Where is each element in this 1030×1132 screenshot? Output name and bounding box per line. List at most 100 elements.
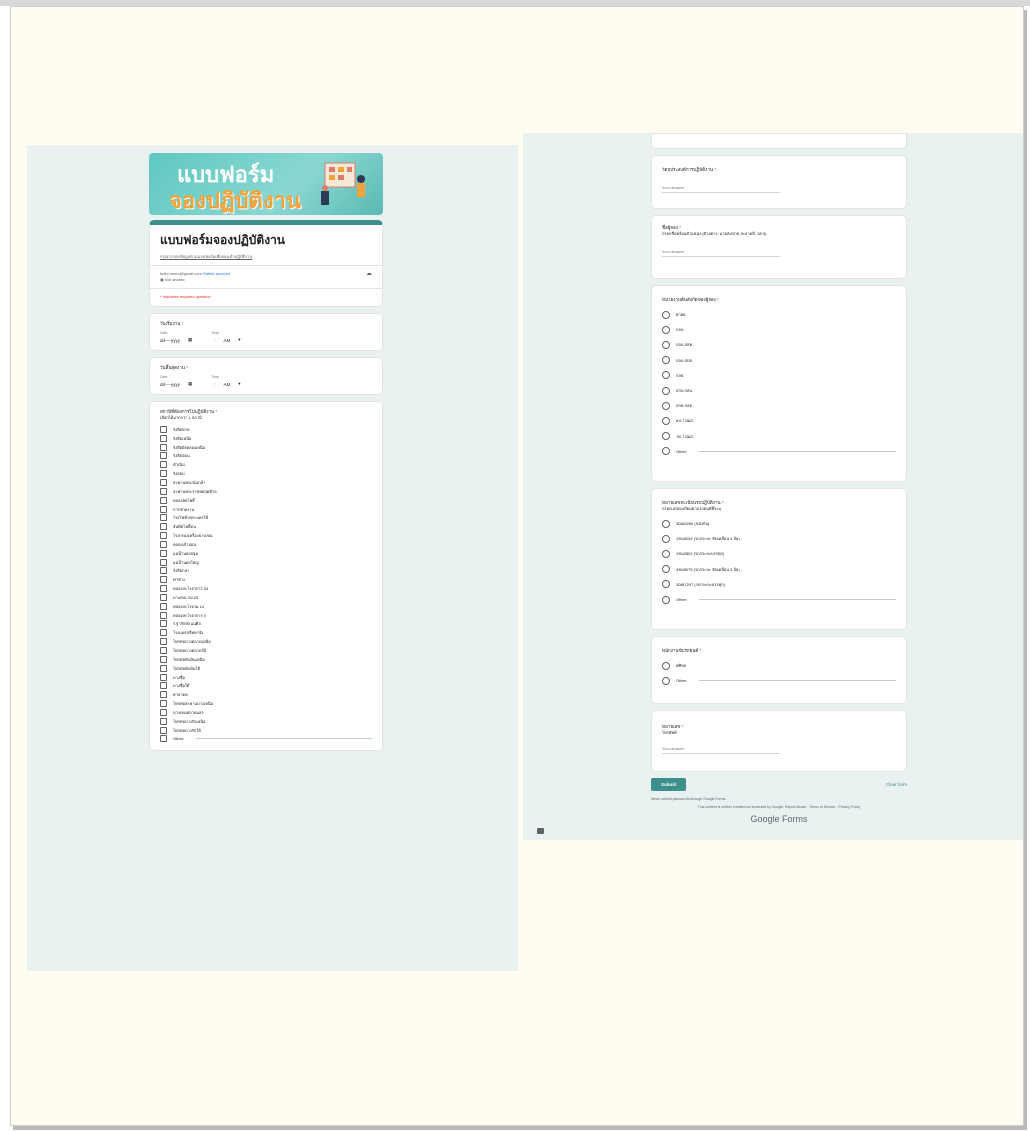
- station-option[interactable]: บางเขนตลาดแสง: [160, 708, 372, 717]
- vehicle-option[interactable]: Other:: [662, 592, 896, 607]
- checkbox[interactable]: [160, 593, 167, 601]
- checkbox[interactable]: [160, 682, 167, 690]
- station-option[interactable]: รังสิตกล่า: [160, 567, 372, 576]
- radio-button[interactable]: [662, 565, 670, 574]
- station-option[interactable]: รังสิตอ่อน: [160, 452, 372, 461]
- checkbox[interactable]: [160, 505, 167, 513]
- station-option[interactable]: โทรท่อสะพานบางเหนือ: [160, 699, 372, 708]
- clear-form-button[interactable]: Clear form: [886, 782, 907, 787]
- unit-option[interactable]: สกพ.กสธ.: [662, 398, 896, 413]
- station-option[interactable]: โทรท่อบางรักเหนือ: [160, 717, 372, 726]
- radio-button[interactable]: [662, 447, 670, 456]
- checkbox[interactable]: [160, 629, 167, 637]
- driver-option[interactable]: ศศิพล: [662, 658, 896, 673]
- checkbox[interactable]: [160, 434, 167, 442]
- station-option[interactable]: รังสอบ: [160, 469, 372, 478]
- calendar-icon[interactable]: ▦: [188, 337, 192, 343]
- station-option[interactable]: จันทิตโพธิ์ดน: [160, 522, 372, 531]
- unit-option[interactable]: กอบ.สปธ.: [662, 353, 896, 368]
- calendar-icon[interactable]: ▦: [188, 381, 192, 387]
- station-option[interactable]: โรงไฟฟ้าพระนครใต้: [160, 513, 372, 522]
- start-time-sep[interactable]: :: [214, 338, 215, 343]
- end-time-sep[interactable]: :: [214, 382, 215, 387]
- checkbox[interactable]: [160, 452, 167, 460]
- station-option[interactable]: โรงแพรกลีทคาจัง: [160, 628, 372, 637]
- checkbox[interactable]: [160, 558, 167, 566]
- station-option[interactable]: บางเขน กม.25: [160, 593, 372, 602]
- checkbox[interactable]: [160, 673, 167, 681]
- unit-option[interactable]: สกบ.กสม.: [662, 383, 896, 398]
- station-option[interactable]: โรงกรองเครื่องบางเขน: [160, 531, 372, 540]
- radio-button[interactable]: [662, 519, 670, 528]
- checkbox[interactable]: [160, 708, 167, 716]
- vehicle-option[interactable]: 1ขน2801 (รถกระบะบรรทุก): [662, 546, 896, 561]
- vehicle-option[interactable]: 3ฌน5260 (ของกัน): [662, 516, 896, 531]
- other-text-input[interactable]: [699, 450, 896, 452]
- checkbox[interactable]: [160, 655, 167, 663]
- checkbox[interactable]: [160, 620, 167, 628]
- checkbox[interactable]: [160, 691, 167, 699]
- checkbox[interactable]: [160, 487, 167, 495]
- station-option[interactable]: ดำเนิน: [160, 460, 372, 469]
- station-option[interactable]: บางซื่อใต้: [160, 681, 372, 690]
- unit-option[interactable]: กสธ.: [662, 368, 896, 383]
- station-option[interactable]: โทรท่อบางรักใต้: [160, 726, 372, 735]
- checkbox[interactable]: [160, 496, 167, 504]
- vehicle-option[interactable]: 1ขน5254 (รถกระบะ ขับเคลื่อน 4 ล้อ): [662, 531, 896, 546]
- driver-option[interactable]: Other:: [662, 673, 896, 688]
- radio-button[interactable]: [662, 580, 670, 589]
- checkbox[interactable]: [160, 549, 167, 557]
- station-option[interactable]: แม่น้ำนครใหญ่: [160, 558, 372, 567]
- checkbox[interactable]: [160, 602, 167, 610]
- checkbox[interactable]: [160, 726, 167, 734]
- station-option[interactable]: ศาลาดด: [160, 690, 372, 699]
- radio-button[interactable]: [662, 676, 670, 685]
- radio-button[interactable]: [662, 356, 670, 365]
- radio-button[interactable]: [662, 416, 670, 425]
- switch-account-link[interactable]: Switch account: [203, 271, 230, 276]
- station-option[interactable]: รังสิตฝั่งคลองเหนือ: [160, 443, 372, 452]
- checkbox[interactable]: [160, 647, 167, 655]
- checkbox[interactable]: [160, 585, 167, 593]
- station-option[interactable]: คลองสะโรงกม.14: [160, 602, 372, 611]
- chevron-down-icon[interactable]: ▾: [238, 337, 240, 343]
- checkbox[interactable]: [160, 461, 167, 469]
- radio-button[interactable]: [662, 661, 670, 670]
- vehicle-option[interactable]: 3ฌข7207 (รถกระบะบรรทุก): [662, 577, 896, 592]
- station-option[interactable]: Other:: [160, 735, 372, 744]
- checkbox[interactable]: [160, 540, 167, 548]
- checkbox[interactable]: [160, 664, 167, 672]
- radio-button[interactable]: [662, 432, 670, 441]
- unit-option[interactable]: วด.7 ฝมส.: [662, 429, 896, 444]
- checkbox[interactable]: [160, 425, 167, 433]
- station-option[interactable]: คลองจัดโพธิ์: [160, 496, 372, 505]
- radio-button[interactable]: [662, 371, 670, 380]
- station-option[interactable]: คลองสะโรงกการ 34: [160, 584, 372, 593]
- checkbox[interactable]: [160, 611, 167, 619]
- checkbox[interactable]: [160, 567, 167, 575]
- station-option[interactable]: คลองสะโรงกการ 0: [160, 611, 372, 620]
- checkbox[interactable]: [160, 523, 167, 531]
- station-option[interactable]: โทรท่อพังเงินใต้: [160, 664, 372, 673]
- checkbox[interactable]: [160, 470, 167, 478]
- other-text-input[interactable]: [699, 599, 896, 601]
- radio-button[interactable]: [662, 386, 670, 395]
- checkbox[interactable]: [160, 478, 167, 486]
- station-option[interactable]: สะพานพระนั่งเกล้า: [160, 478, 372, 487]
- radio-button[interactable]: [662, 549, 670, 558]
- unit-option[interactable]: Other:: [662, 444, 896, 459]
- station-option[interactable]: โทรท่อบางตลาดใต้: [160, 646, 372, 655]
- radio-button[interactable]: [662, 595, 670, 604]
- end-ampm-select[interactable]: AM: [224, 382, 231, 387]
- phone-input[interactable]: Your answer: [662, 746, 780, 754]
- checkbox[interactable]: [160, 532, 167, 540]
- unit-option[interactable]: กอบ.: [662, 322, 896, 337]
- end-date-input[interactable]: dd----yyyy: [160, 382, 180, 387]
- station-option[interactable]: รังสิตทาด: [160, 425, 372, 434]
- station-option[interactable]: บางซื่อ: [160, 673, 372, 682]
- radio-button[interactable]: [662, 310, 670, 319]
- station-option[interactable]: สะพานพระราชพ่อสุดท้าย: [160, 487, 372, 496]
- other-text-input[interactable]: [699, 680, 896, 682]
- submit-button[interactable]: Submit: [651, 778, 687, 791]
- checkbox[interactable]: [160, 735, 167, 743]
